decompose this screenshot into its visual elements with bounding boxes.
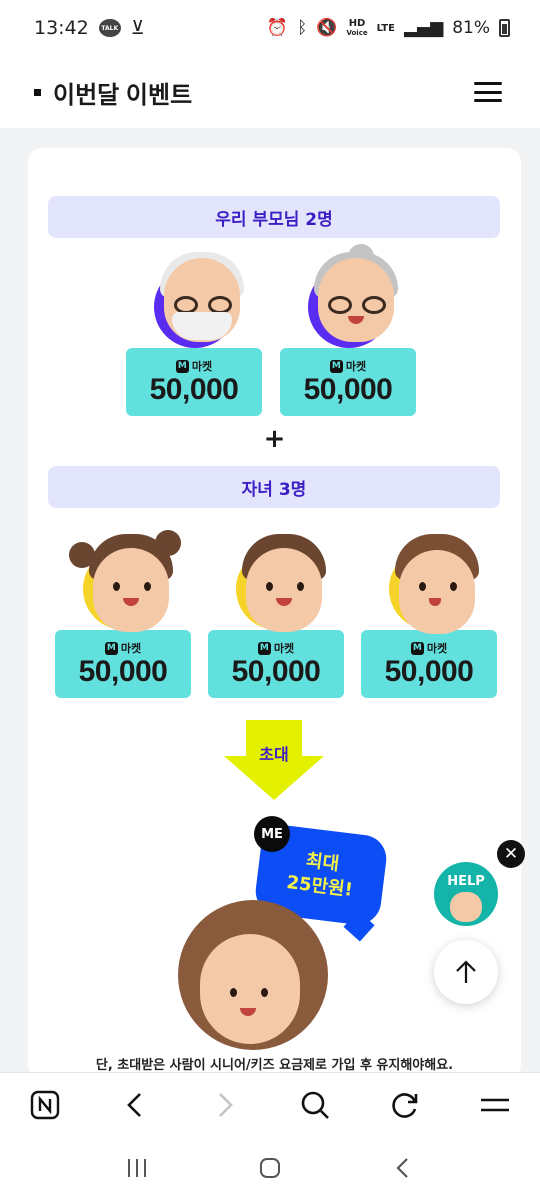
brand-label: 마켓	[345, 360, 367, 373]
search-icon[interactable]	[295, 1085, 335, 1125]
naver-home-icon[interactable]	[25, 1085, 65, 1125]
market-logo-icon: M	[329, 359, 343, 373]
hd-voice-icon: HD Voice	[346, 17, 368, 37]
help-avatar-icon	[450, 892, 482, 922]
grandfather-avatar	[134, 252, 254, 348]
system-back-icon[interactable]	[383, 1148, 423, 1188]
invite-arrow: 초대	[224, 720, 324, 800]
child-item: M 마켓 50,000	[361, 534, 497, 698]
market-logo-icon: M	[104, 641, 118, 655]
girl-avatar	[63, 530, 183, 632]
reward-amount: 50,000	[231, 655, 321, 688]
child-item: M 마켓 50,000	[208, 534, 344, 698]
lte-icon: LTE	[376, 22, 395, 34]
alarm-icon: ⏰	[266, 18, 289, 38]
brand-label: 마켓	[191, 360, 213, 373]
event-card: 우리 부모님 2명 M 마켓 50,000 M 마켓 50,000 + 자녀 3…	[28, 148, 521, 1078]
market-logo-icon: M	[175, 359, 189, 373]
forward-icon[interactable]	[205, 1085, 245, 1125]
bubble-line2: 25만원!	[285, 871, 354, 901]
notice-text: 단, 초대받은 사람이 시니어/키즈 요금제로 가입 후 유지해야해요.	[95, 1058, 454, 1073]
reward-card: M 마켓 50,000	[208, 630, 344, 698]
reward-card: M 마켓 50,000	[55, 630, 191, 698]
page-title: 이번달 이벤트	[53, 81, 193, 109]
boy-avatar	[369, 534, 489, 634]
refresh-icon[interactable]	[385, 1085, 425, 1125]
browser-toolbar	[0, 1072, 540, 1136]
child-item: M 마켓 50,000	[55, 530, 191, 698]
market-logo-icon: M	[410, 641, 424, 655]
recent-apps-icon[interactable]	[117, 1148, 157, 1188]
battery-icon	[499, 19, 510, 37]
help-label: HELP	[447, 874, 485, 889]
signal-icon: ▂▄▆	[403, 18, 444, 38]
brand-label: 마켓	[120, 642, 142, 655]
brand-label: 마켓	[273, 642, 295, 655]
reward-amount: 50,000	[78, 655, 168, 688]
page-header: 이번달 이벤트	[0, 56, 540, 128]
home-icon[interactable]	[250, 1148, 290, 1188]
parent-item: M 마켓 50,000	[126, 252, 262, 416]
me-badge: ME	[254, 816, 290, 852]
system-nav-bar	[0, 1136, 540, 1200]
menu-icon[interactable]	[474, 82, 502, 102]
grandmother-avatar	[288, 244, 408, 348]
parent-item: M 마켓 50,000	[280, 244, 416, 416]
back-icon[interactable]	[115, 1085, 155, 1125]
boy-avatar	[216, 534, 336, 632]
children-heading: 자녀 3명	[48, 466, 500, 508]
status-time: 13:42	[34, 17, 89, 39]
brand-label: 마켓	[426, 642, 448, 655]
plus-sign: +	[263, 424, 286, 454]
help-button[interactable]: HELP	[434, 862, 498, 926]
scroll-top-button[interactable]	[434, 940, 498, 1004]
reward-amount: 50,000	[149, 373, 239, 406]
reward-amount: 50,000	[384, 655, 474, 688]
invite-label: 초대	[259, 745, 288, 764]
menu-icon[interactable]	[475, 1085, 515, 1125]
kakaotalk-icon: TALK	[98, 19, 121, 37]
notification-icon: ⊻	[130, 17, 145, 39]
parents-heading: 우리 부모님 2명	[48, 196, 500, 238]
reward-card: M 마켓 50,000	[126, 348, 262, 416]
arrow-up-icon	[456, 960, 476, 983]
title-bullet	[34, 88, 41, 96]
bluetooth-icon: ᛒ	[297, 18, 308, 38]
close-icon[interactable]: ✕	[497, 840, 525, 868]
mute-icon: 🔇	[316, 18, 338, 38]
reward-amount: 50,000	[303, 373, 393, 406]
battery-percent: 81%	[452, 18, 490, 38]
reward-card: M 마켓 50,000	[361, 630, 497, 698]
market-logo-icon: M	[257, 641, 271, 655]
status-bar: 13:42 TALK ⊻ ⏰ ᛒ 🔇 HD Voice LTE ▂▄▆ 81%	[0, 0, 540, 56]
reward-card: M 마켓 50,000	[280, 348, 416, 416]
mother-avatar	[178, 900, 328, 1065]
